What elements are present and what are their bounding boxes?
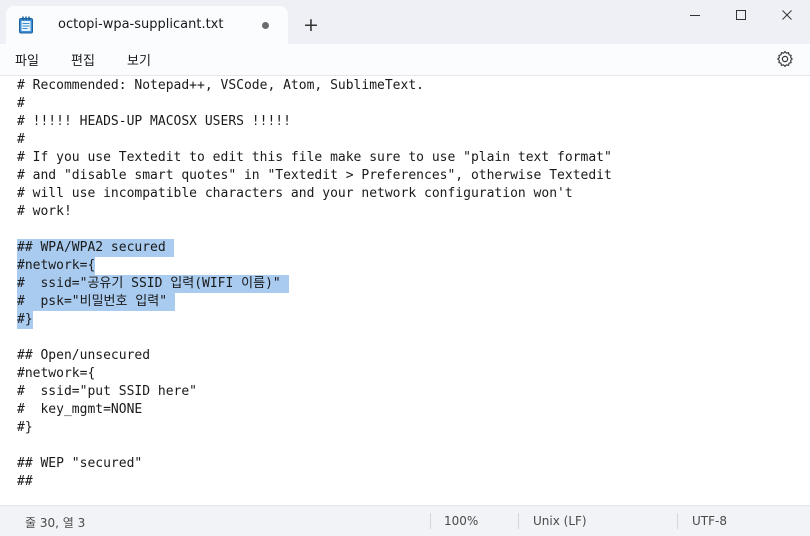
menu-view[interactable]: 보기 bbox=[127, 50, 151, 69]
text-line[interactable]: # will use incompatible characters and y… bbox=[17, 185, 573, 203]
status-separator bbox=[677, 513, 678, 529]
line-ending[interactable]: Unix (LF) bbox=[533, 514, 587, 528]
text-line[interactable]: #} bbox=[17, 419, 33, 437]
maximize-button[interactable] bbox=[718, 0, 764, 30]
text-line[interactable]: ## Open/unsecured bbox=[17, 347, 150, 365]
status-separator bbox=[518, 513, 519, 529]
notepad-icon bbox=[19, 16, 33, 34]
text-line[interactable]: ## WPA/WPA2 secured bbox=[17, 239, 174, 257]
text-line[interactable]: # ssid="put SSID here" bbox=[17, 383, 197, 401]
encoding[interactable]: UTF-8 bbox=[692, 514, 727, 528]
close-button[interactable] bbox=[764, 0, 810, 30]
text-line[interactable]: # psk="비밀번호 입력" bbox=[17, 293, 175, 311]
zoom-level[interactable]: 100% bbox=[444, 514, 478, 528]
minimize-button[interactable] bbox=[672, 0, 718, 30]
status-bar: 줄 30, 열 3 100% Unix (LF) UTF-8 bbox=[0, 505, 810, 536]
menu-bar: 파일 편집 보기 bbox=[0, 44, 810, 76]
text-line[interactable]: # ssid="공유기 SSID 입력(WIFI 이름)" bbox=[17, 275, 289, 293]
text-line[interactable]: # !!!!! HEADS-UP MACOSX USERS !!!!! bbox=[17, 113, 291, 131]
text-line[interactable]: # bbox=[17, 131, 25, 149]
cursor-position[interactable]: 줄 30, 열 3 bbox=[25, 514, 85, 531]
text-line[interactable]: #} bbox=[17, 311, 33, 329]
text-line[interactable]: # key_mgmt=NONE bbox=[17, 401, 142, 419]
text-line[interactable]: ## bbox=[17, 473, 33, 491]
text-line[interactable]: ## WEP "secured" bbox=[17, 455, 142, 473]
minimize-icon bbox=[690, 15, 700, 16]
text-line[interactable]: #network={ bbox=[17, 257, 96, 275]
tab-active[interactable]: octopi-wpa-supplicant.txt bbox=[6, 6, 288, 44]
text-editor[interactable]: # Recommended: Notepad++, VSCode, Atom, … bbox=[0, 76, 810, 500]
unsaved-dot-icon[interactable] bbox=[262, 22, 269, 29]
menu-file[interactable]: 파일 bbox=[15, 50, 39, 69]
title-bar: octopi-wpa-supplicant.txt + bbox=[0, 0, 810, 44]
status-separator bbox=[430, 513, 431, 529]
text-line[interactable]: # If you use Textedit to edit this file … bbox=[17, 149, 612, 167]
text-line[interactable]: # bbox=[17, 95, 25, 113]
settings-gear-icon[interactable] bbox=[776, 50, 794, 68]
text-line[interactable]: # Recommended: Notepad++, VSCode, Atom, … bbox=[17, 77, 424, 95]
text-line[interactable]: # work! bbox=[17, 203, 72, 221]
menu-edit[interactable]: 편집 bbox=[71, 50, 95, 69]
tab-title: octopi-wpa-supplicant.txt bbox=[58, 17, 224, 32]
maximize-icon bbox=[736, 10, 746, 20]
close-icon bbox=[782, 10, 792, 20]
new-tab-button[interactable]: + bbox=[300, 14, 322, 36]
text-line[interactable]: #network={ bbox=[17, 365, 95, 383]
text-line[interactable]: # and "disable smart quotes" in "Textedi… bbox=[17, 167, 612, 185]
